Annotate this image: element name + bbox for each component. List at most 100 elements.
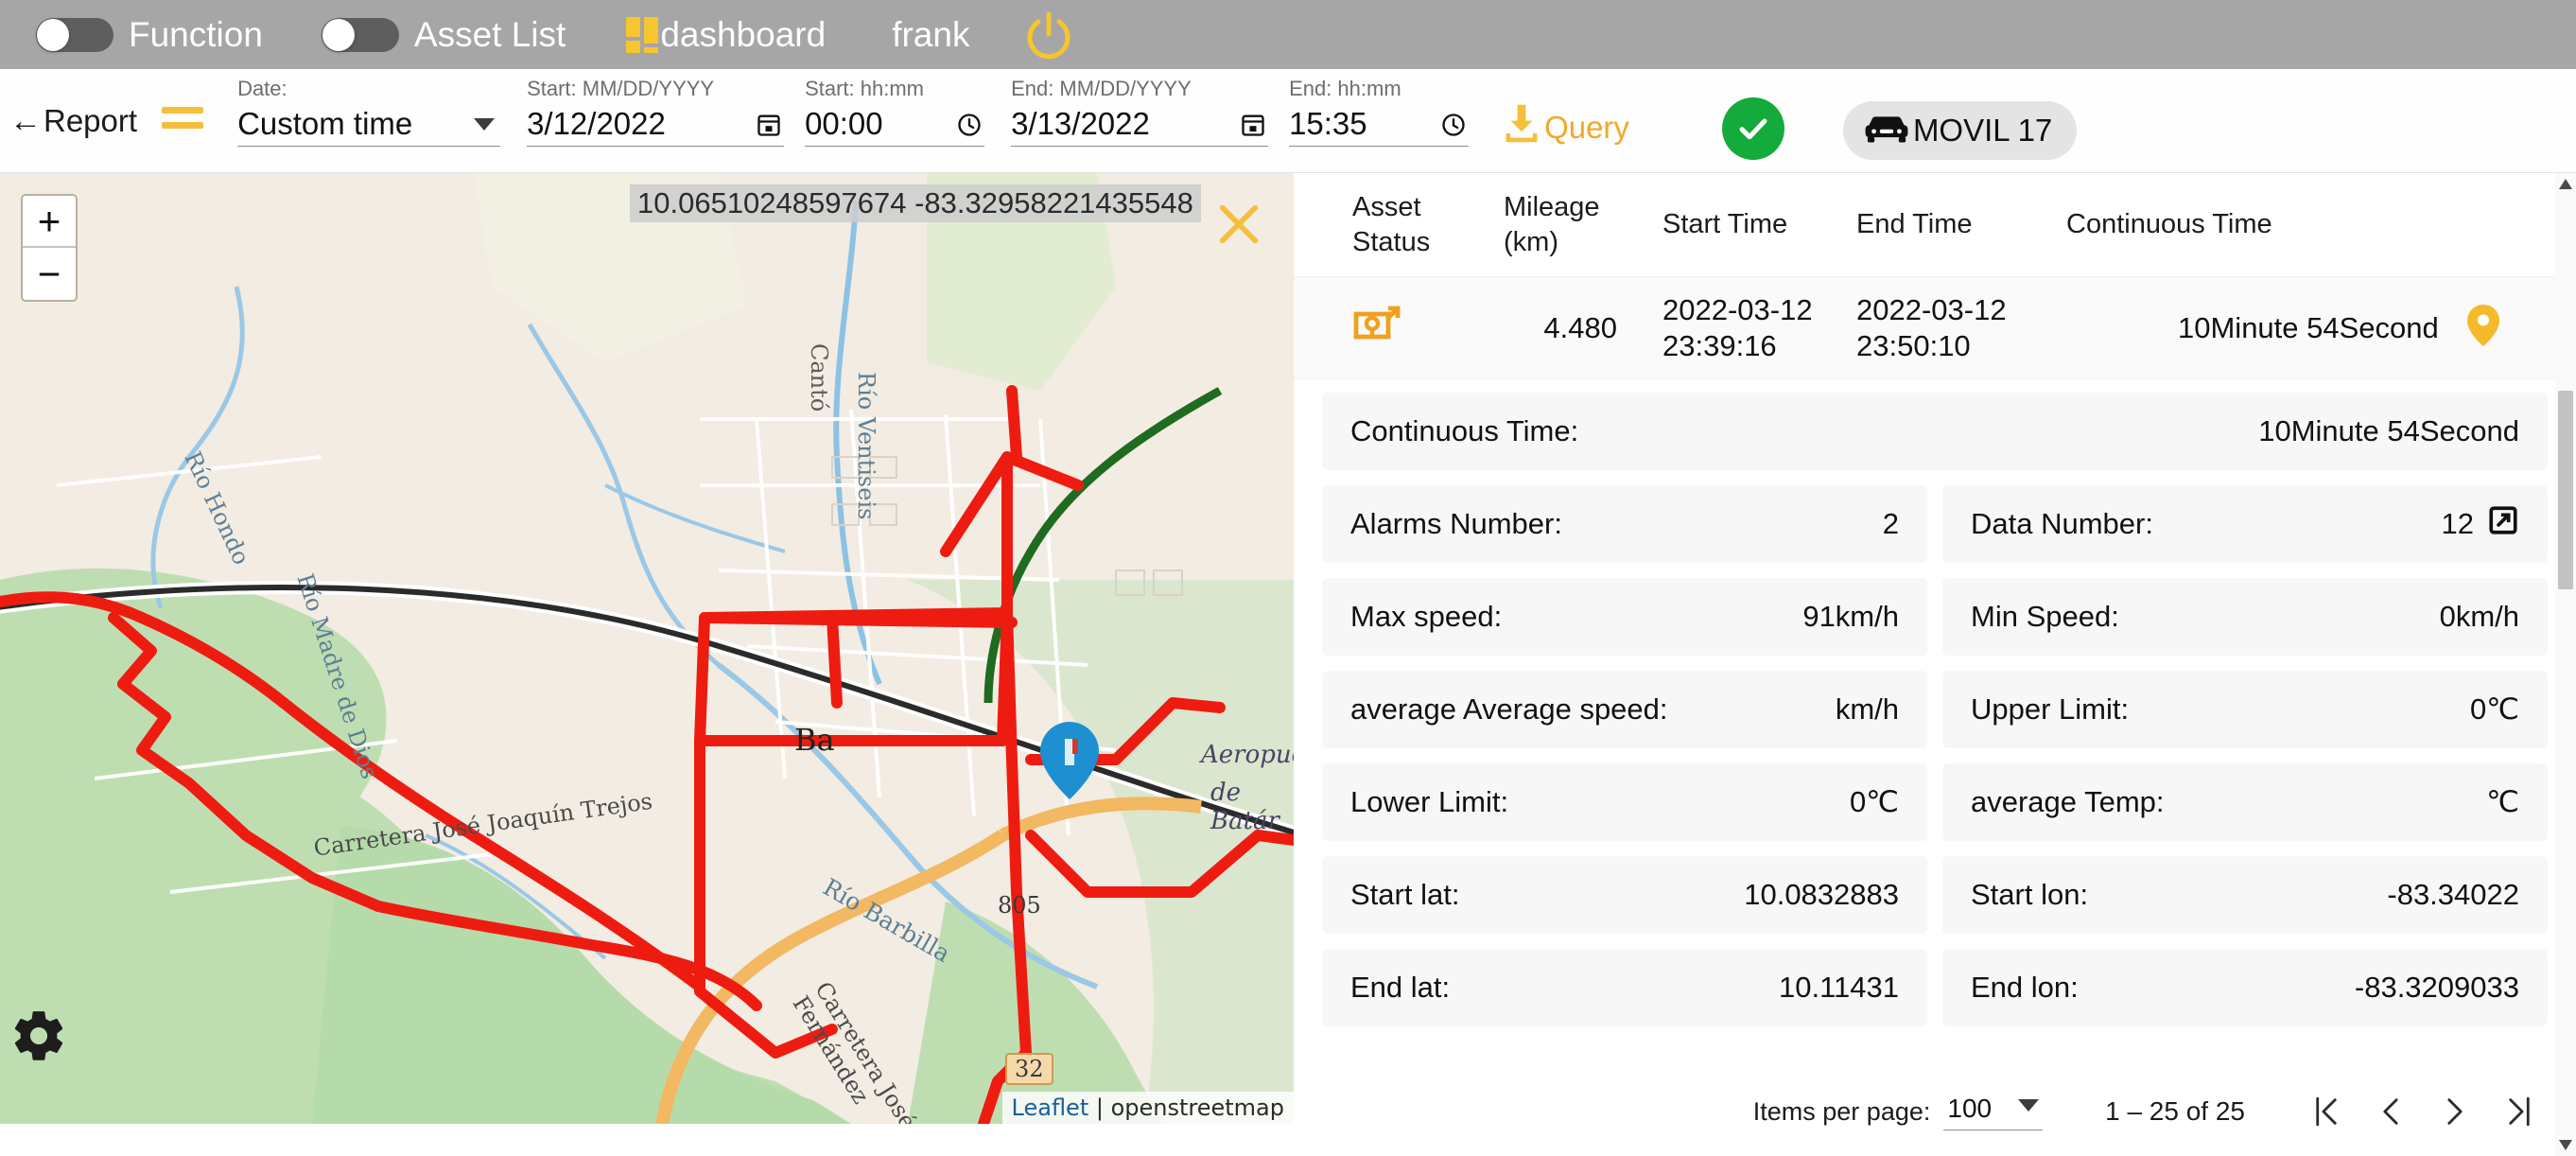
detail-value: 91km/h bbox=[1802, 600, 1899, 633]
column-header-start-time: Start Time bbox=[1662, 209, 1788, 239]
page-range-label: 1 – 25 of 25 bbox=[2105, 1096, 2245, 1126]
table-row[interactable]: 4.480 2022-03-12 23:39:16 2022-03-12 23:… bbox=[1294, 277, 2576, 379]
detail-cell-end-lat: End lat: 10.11431 bbox=[1322, 949, 1927, 1026]
asset-list-toggle[interactable] bbox=[321, 17, 399, 52]
scrollbar-thumb[interactable] bbox=[2558, 391, 2573, 589]
function-toggle[interactable] bbox=[36, 17, 113, 52]
detail-cell-data-number: Data Number: 12 bbox=[1942, 485, 2548, 563]
date-value: Custom time bbox=[237, 106, 413, 141]
query-button[interactable]: Query bbox=[1501, 103, 1629, 151]
power-icon[interactable] bbox=[1024, 10, 1073, 60]
leaflet-link[interactable]: Leaflet bbox=[1012, 1095, 1089, 1121]
map-attribution: Leaflet | openstreetmap bbox=[1001, 1092, 1294, 1124]
detail-value: 2 bbox=[1882, 507, 1899, 540]
cell-mileage: 4.480 bbox=[1543, 310, 1617, 344]
start-time-value: 00:00 bbox=[805, 106, 883, 141]
clock-icon[interactable] bbox=[956, 112, 983, 138]
scroll-up-arrow[interactable] bbox=[2555, 173, 2576, 196]
end-time-value: 15:35 bbox=[1289, 106, 1367, 141]
panel-scrollbar[interactable] bbox=[2555, 173, 2576, 1156]
location-pin-icon[interactable] bbox=[2466, 305, 2499, 351]
detail-cell-min-speed: Min Speed: 0km/h bbox=[1942, 578, 2548, 656]
detail-cell-alarms-number: Alarms Number: 2 bbox=[1322, 485, 1927, 563]
start-date-value: 3/12/2022 bbox=[527, 106, 666, 141]
scroll-down-arrow[interactable] bbox=[2555, 1133, 2576, 1156]
detail-key: Start lat: bbox=[1350, 878, 1460, 911]
start-date-input[interactable]: Start: MM/DD/YYYY 3/12/2022 bbox=[527, 77, 785, 147]
osm-attribution: openstreetmap bbox=[1110, 1095, 1284, 1121]
detail-value: km/h bbox=[1835, 692, 1899, 726]
items-per-page-select[interactable]: 100 bbox=[1943, 1094, 2044, 1130]
detail-value: 10.11431 bbox=[1779, 971, 1899, 1004]
asset-chip-label: MOVIL 17 bbox=[1912, 113, 2053, 148]
top-header-bar: Function Asset List dashboard frank bbox=[0, 0, 2576, 69]
detail-value: 0℃ bbox=[1849, 785, 1899, 818]
cell-end-time: 2022-03-12 23:50:10 bbox=[1856, 292, 2066, 364]
chevron-down-icon bbox=[2018, 1099, 2040, 1117]
detail-key: Continuous Time: bbox=[1350, 414, 1579, 447]
detail-value: 10Minute 54Second bbox=[2258, 414, 2519, 447]
start-time-label: Start: hh:mm bbox=[805, 77, 924, 100]
paginator: Items per page: 100 1 – 25 of 25 bbox=[1294, 1067, 2576, 1156]
column-header-mileage: Mileage (km) bbox=[1504, 190, 1662, 259]
map-panel[interactable]: Ba Aeropuer de Batár Cantó Río Ventiseis… bbox=[0, 173, 1294, 1124]
col-mileage-line2: (km) bbox=[1504, 226, 1558, 257]
detail-row-alarms-data: Alarms Number: 2 Data Number: 12 bbox=[1322, 485, 2548, 563]
detail-grid: Continuous Time: 10Minute 54Second Alarm… bbox=[1294, 379, 2576, 1026]
car-icon bbox=[1864, 113, 1909, 149]
hamburger-icon[interactable] bbox=[162, 107, 204, 129]
clock-icon[interactable] bbox=[1440, 112, 1467, 138]
start-time-input[interactable]: Start: hh:mm 00:00 bbox=[805, 77, 985, 147]
dashboard-link[interactable]: dashboard bbox=[626, 15, 826, 55]
previous-page-button[interactable] bbox=[2358, 1079, 2423, 1144]
open-external-icon[interactable] bbox=[2487, 504, 2519, 544]
asset-chip-movil-17[interactable]: MOVIL 17 bbox=[1842, 101, 2078, 160]
detail-cell-lower-limit: Lower Limit: 0℃ bbox=[1322, 763, 1927, 841]
dashboard-grid-icon bbox=[626, 16, 660, 53]
detail-row-continuous-time: Continuous Time: 10Minute 54Second bbox=[1322, 393, 2548, 470]
detail-value: 10.0832883 bbox=[1744, 878, 1899, 911]
gear-icon[interactable] bbox=[9, 1007, 68, 1065]
detail-cell-average-speed: average Average speed: km/h bbox=[1322, 671, 1927, 748]
end-date-value: 3/13/2022 bbox=[1011, 106, 1150, 141]
calendar-icon[interactable] bbox=[756, 112, 782, 138]
start-date-label: Start: MM/DD/YYYY bbox=[527, 77, 715, 100]
paginator-buttons bbox=[2294, 1079, 2551, 1144]
map-canvas bbox=[0, 173, 1294, 1124]
detail-key: Min Speed: bbox=[1971, 600, 2119, 633]
detail-cell-continuous-time: Continuous Time: 10Minute 54Second bbox=[1322, 393, 2548, 470]
column-header-continuous-time: Continuous Time bbox=[2066, 209, 2272, 239]
report-toolbar: ← Report Date: Custom time Start: MM/DD/… bbox=[0, 69, 2576, 173]
table-header-row: Asset Status Mileage (km) Start Time End… bbox=[1294, 173, 2576, 277]
next-page-button[interactable] bbox=[2423, 1079, 2487, 1144]
cell-start-time: 2022-03-12 23:39:16 bbox=[1662, 292, 1856, 364]
user-name: frank bbox=[892, 14, 970, 54]
status-ok-badge[interactable] bbox=[1721, 97, 1784, 160]
detail-value: 0km/h bbox=[2439, 600, 2519, 633]
first-page-button[interactable] bbox=[2294, 1079, 2358, 1144]
detail-key: Max speed: bbox=[1350, 600, 1503, 633]
asset-stopped-icon bbox=[1352, 301, 1504, 355]
detail-row-average-upper: average Average speed: km/h Upper Limit:… bbox=[1322, 671, 2548, 748]
map-zoom-controls[interactable]: + − bbox=[21, 194, 78, 302]
map-zoom-in-button[interactable]: + bbox=[23, 196, 76, 248]
detail-cell-start-lon: Start lon: -83.34022 bbox=[1942, 856, 2548, 934]
detail-key: End lon: bbox=[1971, 971, 2079, 1004]
detail-value: 0℃ bbox=[2469, 692, 2519, 726]
last-page-button[interactable] bbox=[2487, 1079, 2551, 1144]
end-date-input[interactable]: End: MM/DD/YYYY 3/13/2022 bbox=[1011, 77, 1269, 147]
cell-end-clock: 23:50:10 bbox=[1856, 328, 1971, 362]
asset-list-toggle-knob bbox=[322, 18, 355, 51]
detail-key: Data Number: bbox=[1971, 507, 2153, 540]
column-header-asset-status: Asset Status bbox=[1352, 190, 1504, 259]
back-label: Report bbox=[44, 103, 138, 138]
map-zoom-out-button[interactable]: − bbox=[23, 248, 76, 300]
cell-start-date: 2022-03-12 bbox=[1662, 292, 1813, 326]
query-label: Query bbox=[1544, 109, 1629, 145]
detail-cell-upper-limit: Upper Limit: 0℃ bbox=[1942, 671, 2548, 748]
end-time-input[interactable]: End: hh:mm 15:35 bbox=[1289, 77, 1470, 147]
date-range-select[interactable]: Date: Custom time bbox=[237, 77, 501, 147]
calendar-icon[interactable] bbox=[1240, 112, 1266, 138]
close-icon[interactable] bbox=[1214, 200, 1263, 249]
back-to-report-button[interactable]: ← Report bbox=[9, 103, 137, 139]
